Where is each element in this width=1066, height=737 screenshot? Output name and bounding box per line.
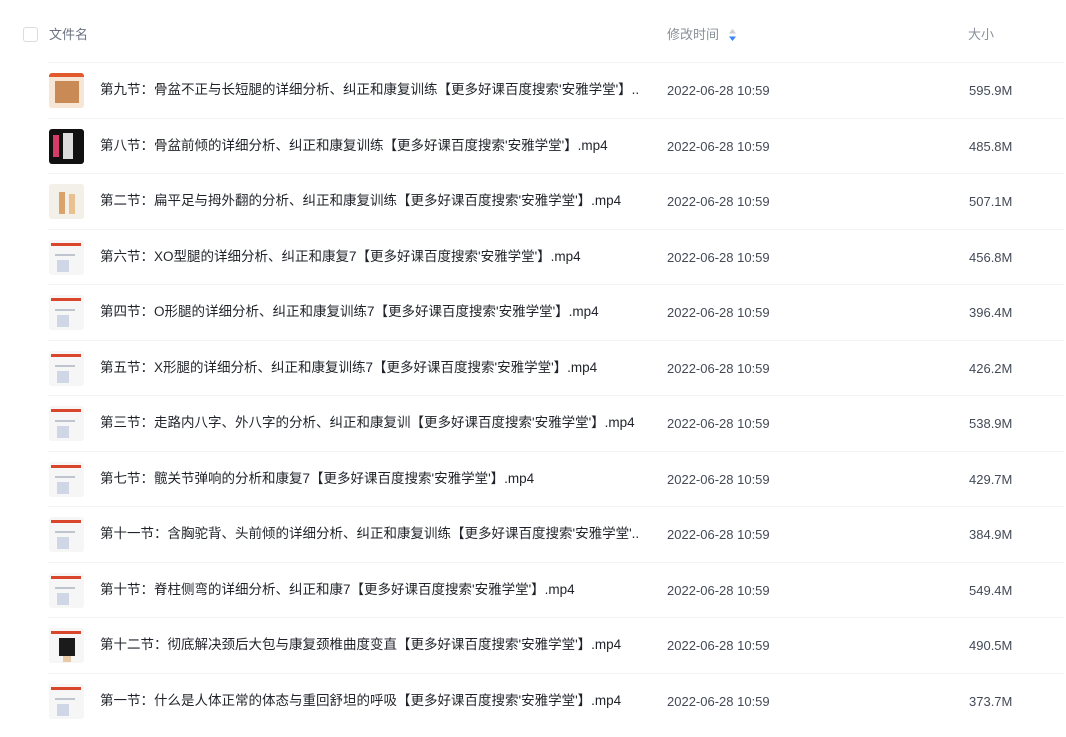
file-name[interactable]: 第一节：什么是人体正常的体态与重回舒坦的呼吸【更多好课百度搜索'安雅学堂'】.m…	[100, 693, 640, 709]
video-thumbnail-icon[interactable]	[49, 350, 84, 386]
file-mtime: 2022-06-28 10:59	[667, 693, 770, 709]
column-header-mtime-label: 修改时间	[667, 27, 720, 42]
file-size: 485.8M	[969, 138, 1013, 154]
sort-arrows-icon[interactable]	[729, 28, 737, 41]
file-mtime: 2022-06-28 10:59	[667, 527, 770, 542]
file-name[interactable]: 第二节：扁平足与拇外翻的分析、纠正和康复训练【更多好课百度搜索'安雅学堂'】.m…	[100, 193, 640, 209]
file-row[interactable]: 第一节：什么是人体正常的体态与重回舒坦的呼吸【更多好课百度搜索'安雅学堂'】.m…	[48, 672, 1064, 729]
video-thumbnail-icon[interactable]	[49, 239, 84, 275]
file-size: 595.9M	[969, 83, 1013, 98]
file-mtime: 2022-06-28 10:59	[667, 249, 770, 265]
file-row[interactable]: 第七节：髋关节弹响的分析和康复7【更多好课百度搜索'安雅学堂'】.mp4 2022…	[48, 450, 1064, 507]
file-size: 490.5M	[969, 638, 1013, 653]
video-thumbnail-icon[interactable]	[49, 406, 84, 441]
file-mtime: 2022-06-28 10:59	[667, 305, 770, 320]
file-mtime: 2022-06-28 10:59	[667, 471, 770, 487]
file-row[interactable]: 第五节：X形腿的详细分析、纠正和康复训练7【更多好课百度搜索'安雅学堂'】.mp…	[48, 339, 1064, 396]
file-row[interactable]: 第九节：骨盆不正与长短腿的详细分析、纠正和康复训练【更多好课百度搜索'安雅学堂'…	[48, 62, 1064, 118]
file-size: 426.2M	[969, 360, 1013, 376]
file-size: 456.8M	[969, 249, 1013, 265]
file-size: 373.7M	[969, 693, 1013, 709]
file-name[interactable]: 第六节：XO型腿的详细分析、纠正和康复7【更多好课百度搜索'安雅学堂'】.mp4	[100, 249, 640, 265]
file-row[interactable]: 第十节：脊柱侧弯的详细分析、纠正和康7【更多好课百度搜索'安雅学堂'】.mp4 2…	[48, 561, 1064, 618]
file-row[interactable]: 第十一节：含胸驼背、头前倾的详细分析、纠正和康复训练【更多好课百度搜索'安雅学堂…	[48, 506, 1064, 562]
file-mtime: 2022-06-28 10:59	[667, 138, 770, 154]
file-size: 429.7M	[969, 471, 1013, 487]
video-thumbnail-icon[interactable]	[49, 295, 84, 330]
file-mtime: 2022-06-28 10:59	[667, 638, 770, 653]
file-row[interactable]: 第四节：O形腿的详细分析、纠正和康复训练7【更多好课百度搜索'安雅学堂'】.mp…	[48, 284, 1064, 340]
file-rows: 第九节：骨盆不正与长短腿的详细分析、纠正和康复训练【更多好课百度搜索'安雅学堂'…	[48, 62, 1064, 728]
file-name[interactable]: 第五节：X形腿的详细分析、纠正和康复训练7【更多好课百度搜索'安雅学堂'】.mp…	[100, 360, 640, 376]
file-size: 396.4M	[969, 305, 1013, 320]
video-thumbnail-icon[interactable]	[49, 128, 84, 164]
video-thumbnail-icon[interactable]	[49, 517, 84, 552]
file-name[interactable]: 第十一节：含胸驼背、头前倾的详细分析、纠正和康复训练【更多好课百度搜索'安雅学堂…	[100, 526, 640, 542]
file-name[interactable]: 第九节：骨盆不正与长短腿的详细分析、纠正和康复训练【更多好课百度搜索'安雅学堂'…	[100, 82, 640, 98]
file-list: 文件名 修改时间 大小 第九节：骨盆不正与长短腿的详细分析、纠正和康复训练【更多…	[0, 0, 1066, 737]
file-name[interactable]: 第十节：脊柱侧弯的详细分析、纠正和康7【更多好课百度搜索'安雅学堂'】.mp4	[100, 582, 640, 598]
file-mtime: 2022-06-28 10:59	[667, 416, 770, 431]
file-size: 507.1M	[969, 194, 1013, 209]
file-row[interactable]: 第二节：扁平足与拇外翻的分析、纠正和康复训练【更多好课百度搜索'安雅学堂'】.m…	[48, 173, 1064, 229]
file-size: 384.9M	[969, 527, 1013, 542]
list-header: 文件名 修改时间 大小	[0, 0, 1066, 62]
column-header-mtime[interactable]: 修改时间	[667, 27, 737, 43]
column-header-name[interactable]: 文件名	[49, 27, 88, 43]
file-row[interactable]: 第三节：走路内八字、外八字的分析、纠正和康复训【更多好课百度搜索'安雅学堂'】.…	[48, 395, 1064, 451]
file-size: 538.9M	[969, 416, 1013, 431]
file-name[interactable]: 第十二节：彻底解决颈后大包与康复颈椎曲度变直【更多好课百度搜索'安雅学堂'】.m…	[100, 637, 640, 653]
file-name[interactable]: 第四节：O形腿的详细分析、纠正和康复训练7【更多好课百度搜索'安雅学堂'】.mp…	[100, 304, 640, 320]
select-all-checkbox[interactable]	[23, 27, 38, 42]
file-name[interactable]: 第七节：髋关节弹响的分析和康复7【更多好课百度搜索'安雅学堂'】.mp4	[100, 471, 640, 487]
file-row[interactable]: 第八节：骨盆前倾的详细分析、纠正和康复训练【更多好课百度搜索'安雅学堂'】.mp…	[48, 117, 1064, 174]
file-row[interactable]: 第六节：XO型腿的详细分析、纠正和康复7【更多好课百度搜索'安雅学堂'】.mp4…	[48, 228, 1064, 285]
file-mtime: 2022-06-28 10:59	[667, 83, 770, 98]
file-size: 549.4M	[969, 582, 1013, 598]
file-mtime: 2022-06-28 10:59	[667, 194, 770, 209]
file-name[interactable]: 第八节：骨盆前倾的详细分析、纠正和康复训练【更多好课百度搜索'安雅学堂'】.mp…	[100, 138, 640, 154]
video-thumbnail-icon[interactable]	[49, 184, 84, 219]
column-header-size[interactable]: 大小	[968, 27, 994, 43]
video-thumbnail-icon[interactable]	[49, 73, 84, 108]
file-mtime: 2022-06-28 10:59	[667, 360, 770, 376]
video-thumbnail-icon[interactable]	[49, 461, 84, 497]
file-mtime: 2022-06-28 10:59	[667, 582, 770, 598]
video-thumbnail-icon[interactable]	[49, 572, 84, 608]
file-name[interactable]: 第三节：走路内八字、外八字的分析、纠正和康复训【更多好课百度搜索'安雅学堂'】.…	[100, 415, 640, 431]
video-thumbnail-icon[interactable]	[49, 628, 84, 663]
file-row[interactable]: 第十二节：彻底解决颈后大包与康复颈椎曲度变直【更多好课百度搜索'安雅学堂'】.m…	[48, 617, 1064, 673]
video-thumbnail-icon[interactable]	[49, 683, 84, 719]
